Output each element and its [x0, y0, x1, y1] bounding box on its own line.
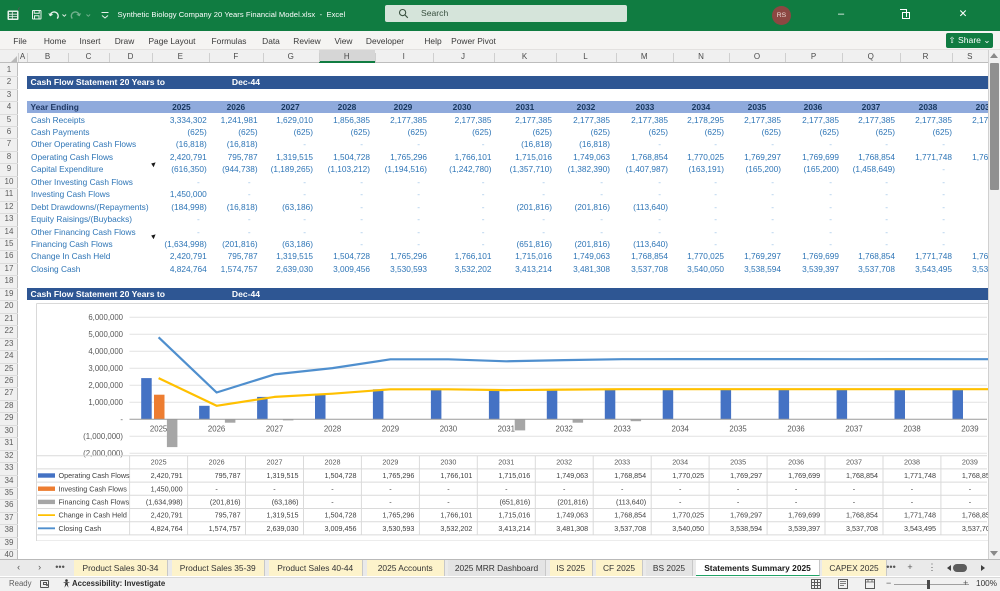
svg-text:1,715,016: 1,715,016 — [498, 510, 530, 519]
svg-text:(113,640): (113,640) — [616, 497, 646, 506]
svg-text:1,768,854: 1,768,854 — [846, 471, 878, 480]
svg-text:3,537,708: 3,537,708 — [962, 523, 988, 532]
svg-text:2030: 2030 — [440, 424, 458, 433]
svg-text:1,766,101: 1,766,101 — [440, 510, 472, 519]
svg-text:3,543,495: 3,543,495 — [904, 523, 936, 532]
svg-text:2027: 2027 — [267, 457, 283, 466]
svg-text:5,000,000: 5,000,000 — [88, 329, 123, 338]
svg-text:1,765,296: 1,765,296 — [382, 510, 414, 519]
svg-text:2,000,000: 2,000,000 — [88, 380, 123, 389]
svg-text:2026: 2026 — [209, 457, 225, 466]
svg-text:3,538,594: 3,538,594 — [730, 523, 762, 532]
svg-text:1,574,757: 1,574,757 — [209, 523, 241, 532]
svg-text:2025: 2025 — [150, 424, 168, 433]
svg-text:1,749,063: 1,749,063 — [556, 510, 588, 519]
svg-text:2034: 2034 — [672, 457, 688, 466]
svg-text:1,504,728: 1,504,728 — [325, 471, 357, 480]
svg-text:2037: 2037 — [845, 424, 862, 433]
svg-text:2033: 2033 — [614, 457, 630, 466]
svg-text:2025: 2025 — [151, 457, 167, 466]
svg-text:1,504,728: 1,504,728 — [325, 510, 357, 519]
svg-text:2028: 2028 — [324, 424, 341, 433]
svg-text:3,532,202: 3,532,202 — [440, 523, 472, 532]
svg-text:(651,816): (651,816) — [500, 497, 531, 506]
svg-text:3,000,000: 3,000,000 — [88, 363, 123, 372]
svg-text:1,769,699: 1,769,699 — [788, 471, 820, 480]
svg-text:2035: 2035 — [729, 424, 747, 433]
svg-text:2,639,030: 2,639,030 — [267, 523, 299, 532]
svg-text:795,787: 795,787 — [215, 471, 241, 480]
svg-text:(63,186): (63,186) — [272, 497, 299, 506]
svg-text:1,000,000: 1,000,000 — [88, 397, 123, 406]
svg-text:3,530,593: 3,530,593 — [382, 523, 414, 532]
svg-text:2032: 2032 — [556, 457, 572, 466]
svg-text:(201,816): (201,816) — [557, 497, 588, 506]
svg-text:795,787: 795,787 — [215, 510, 241, 519]
svg-text:1,768,854: 1,768,854 — [846, 510, 878, 519]
svg-text:2033: 2033 — [614, 424, 631, 433]
svg-text:1,766,101: 1,766,101 — [440, 471, 472, 480]
svg-text:1,319,515: 1,319,515 — [267, 510, 299, 519]
svg-text:2032: 2032 — [556, 424, 573, 433]
svg-text:3,009,456: 3,009,456 — [325, 523, 357, 532]
svg-text:2031: 2031 — [498, 424, 515, 433]
svg-text:3,539,397: 3,539,397 — [788, 523, 820, 532]
svg-text:1,319,515: 1,319,515 — [267, 471, 299, 480]
svg-text:2027: 2027 — [266, 424, 283, 433]
svg-text:2039: 2039 — [961, 424, 978, 433]
svg-text:(1,634,998): (1,634,998) — [146, 497, 183, 506]
svg-text:2039: 2039 — [962, 457, 978, 466]
svg-text:1,770,025: 1,770,025 — [672, 471, 704, 480]
svg-text:(2,000,000): (2,000,000) — [83, 448, 123, 457]
svg-text:(201,816): (201,816) — [210, 497, 241, 506]
svg-text:3,413,214: 3,413,214 — [498, 523, 530, 532]
svg-text:Closing Cash: Closing Cash — [59, 523, 102, 532]
svg-text:-: - — [120, 414, 123, 423]
svg-text:Investing Cash Flows: Investing Cash Flows — [59, 484, 128, 493]
svg-text:1,749,063: 1,749,063 — [556, 471, 588, 480]
svg-text:2030: 2030 — [440, 457, 456, 466]
svg-text:2,420,791: 2,420,791 — [151, 510, 183, 519]
svg-text:4,824,764: 4,824,764 — [151, 523, 183, 532]
svg-text:2028: 2028 — [325, 457, 341, 466]
svg-text:2,420,791: 2,420,791 — [151, 471, 183, 480]
svg-text:3,540,050: 3,540,050 — [672, 523, 704, 532]
svg-text:1,765,296: 1,765,296 — [382, 471, 414, 480]
svg-text:3,481,308: 3,481,308 — [556, 523, 588, 532]
svg-text:2037: 2037 — [846, 457, 862, 466]
svg-text:1,768,854: 1,768,854 — [614, 510, 646, 519]
svg-text:3,537,708: 3,537,708 — [614, 523, 646, 532]
svg-text:2038: 2038 — [903, 424, 920, 433]
svg-text:2029: 2029 — [382, 424, 399, 433]
svg-text:2026: 2026 — [208, 424, 225, 433]
svg-text:1,768,854: 1,768,854 — [614, 471, 646, 480]
svg-text:2038: 2038 — [904, 457, 920, 466]
svg-text:1,771,748: 1,771,748 — [904, 510, 936, 519]
svg-text:1,769,699: 1,769,699 — [788, 510, 820, 519]
svg-text:2029: 2029 — [382, 457, 398, 466]
svg-text:2035: 2035 — [730, 457, 746, 466]
svg-text:1,768,854: 1,768,854 — [962, 510, 988, 519]
svg-text:2036: 2036 — [787, 424, 804, 433]
svg-text:6,000,000: 6,000,000 — [88, 312, 123, 321]
svg-text:Operating Cash Flows: Operating Cash Flows — [59, 471, 131, 480]
svg-text:1,768,854: 1,768,854 — [962, 471, 988, 480]
svg-text:1,769,297: 1,769,297 — [730, 510, 762, 519]
svg-text:Financing Cash Flows: Financing Cash Flows — [59, 497, 130, 506]
svg-text:2034: 2034 — [672, 424, 690, 433]
svg-text:1,450,000: 1,450,000 — [151, 484, 183, 493]
svg-text:1,770,025: 1,770,025 — [672, 510, 704, 519]
svg-text:Change in Cash Held: Change in Cash Held — [59, 510, 127, 519]
svg-text:3,537,708: 3,537,708 — [846, 523, 878, 532]
svg-text:1,715,016: 1,715,016 — [498, 471, 530, 480]
svg-text:4,000,000: 4,000,000 — [88, 346, 123, 355]
svg-text:2036: 2036 — [788, 457, 804, 466]
svg-text:1,769,297: 1,769,297 — [730, 471, 762, 480]
svg-text:2031: 2031 — [498, 457, 514, 466]
svg-text:1,771,748: 1,771,748 — [904, 471, 936, 480]
svg-text:(1,000,000): (1,000,000) — [83, 431, 123, 440]
